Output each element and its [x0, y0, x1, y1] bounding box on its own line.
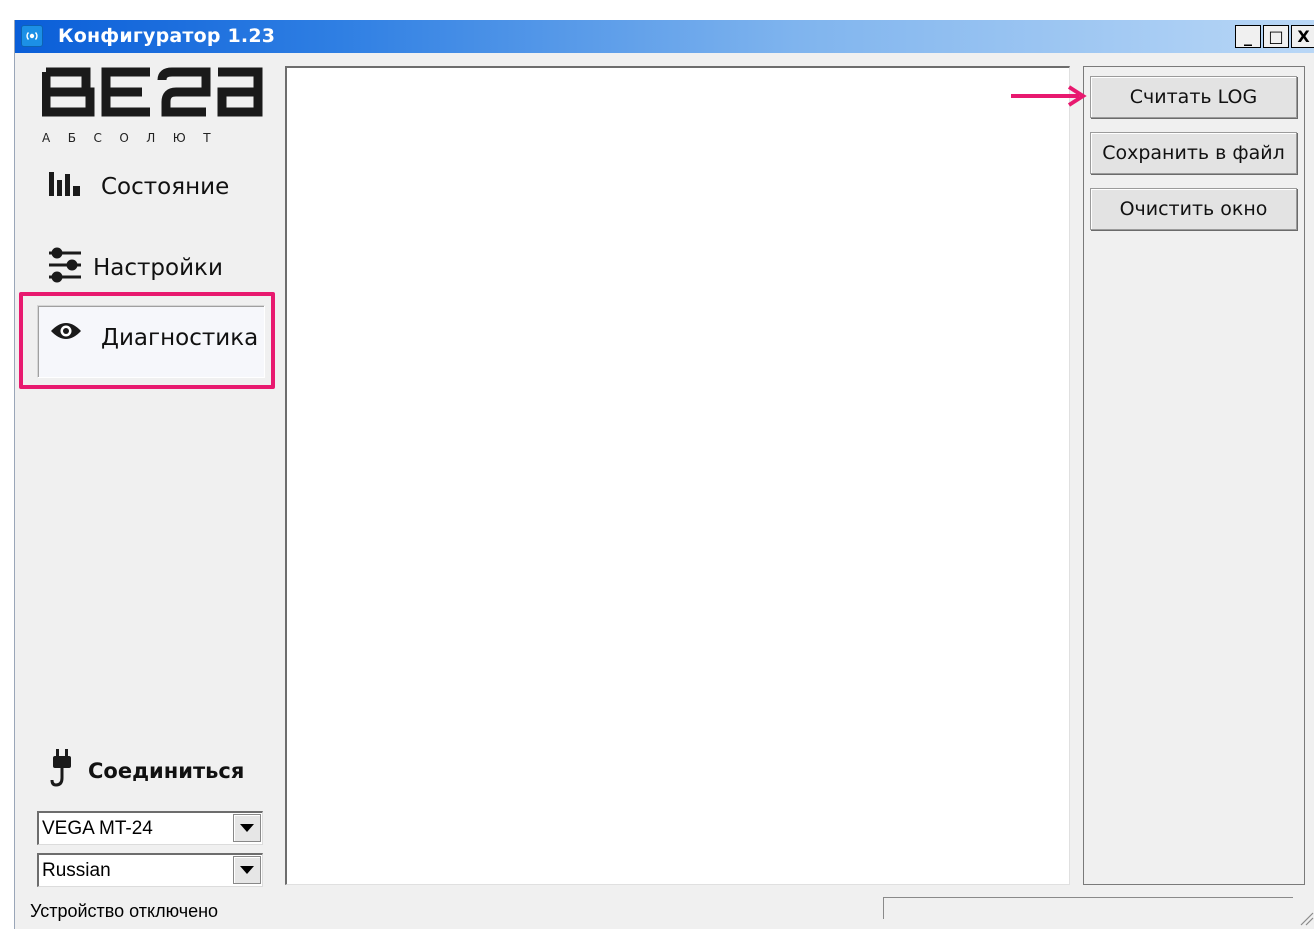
resize-grip-icon[interactable]	[1298, 910, 1314, 926]
save-to-file-button[interactable]: Сохранить в файл	[1090, 132, 1297, 174]
device-select[interactable]: VEGA MT-24	[37, 811, 263, 845]
app-window: Конфигуратор 1.23 _ □ X АБСОЛЮТ Состояни…	[14, 20, 1314, 929]
window-title: Конфигуратор 1.23	[58, 25, 276, 47]
sidebar-item-settings[interactable]: Настройки	[48, 246, 223, 290]
vega-logo: АБСОЛЮТ	[41, 66, 266, 151]
log-output-area[interactable]	[285, 66, 1070, 885]
app-icon	[21, 25, 43, 47]
maximize-button[interactable]: □	[1263, 25, 1289, 48]
close-button[interactable]: X	[1291, 25, 1314, 48]
sidebar-item-label: Настройки	[93, 255, 223, 281]
read-log-button[interactable]: Считать LOG	[1090, 76, 1297, 118]
highlight-frame	[19, 292, 275, 389]
plug-icon	[50, 748, 80, 793]
minimize-button[interactable]: _	[1235, 25, 1261, 48]
chevron-down-icon[interactable]	[233, 814, 261, 842]
connect-button[interactable]: Соединиться	[50, 748, 244, 793]
sidebar-item-status[interactable]: Состояние	[48, 170, 229, 204]
connect-label: Соединиться	[88, 758, 245, 783]
chevron-down-icon[interactable]	[233, 856, 261, 884]
language-select-value: Russian	[42, 860, 111, 881]
status-text: Устройство отключено	[30, 901, 219, 921]
sliders-icon	[48, 246, 84, 290]
device-select-value: VEGA MT-24	[42, 818, 153, 839]
title-bar[interactable]: Конфигуратор 1.23 _ □ X	[15, 20, 1314, 53]
logo-subtitle: АБСОЛЮТ	[42, 131, 228, 145]
arrow-right-icon	[1011, 85, 1087, 107]
language-select[interactable]: Russian	[37, 853, 263, 887]
bar-chart-icon	[48, 170, 90, 204]
clear-window-button[interactable]: Очистить окно	[1090, 188, 1297, 230]
sidebar-item-label: Состояние	[101, 174, 230, 200]
status-progress-box	[883, 897, 1293, 919]
